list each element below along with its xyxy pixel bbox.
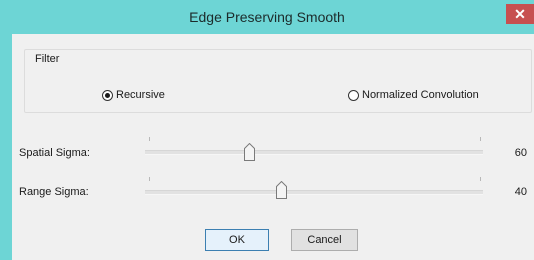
filter-group-label: Filter (35, 53, 60, 65)
spatial-sigma-tick-min (149, 137, 150, 141)
spatial-sigma-slider[interactable] (145, 150, 483, 155)
cancel-button[interactable]: Cancel (291, 229, 358, 251)
title-bar[interactable]: Edge Preserving Smooth ✕ (0, 0, 534, 34)
radio-normalized-convolution-indicator[interactable] (348, 89, 359, 101)
ok-button[interactable]: OK (205, 229, 269, 251)
dialog-window: Edge Preserving Smooth ✕ Filter Recursiv… (0, 0, 534, 260)
radio-recursive[interactable]: Recursive (102, 89, 165, 101)
filter-groupbox (24, 49, 532, 113)
radio-normalized-convolution[interactable]: Normalized Convolution (348, 89, 479, 101)
spatial-sigma-tick-max (480, 137, 481, 141)
range-sigma-tick-max (480, 177, 481, 181)
range-sigma-label: Range Sigma: (19, 186, 89, 198)
range-sigma-value: 40 (514, 186, 527, 198)
spatial-sigma-label: Spatial Sigma: (19, 147, 90, 159)
spatial-sigma-thumb[interactable] (244, 143, 255, 161)
radio-normalized-convolution-label: Normalized Convolution (362, 89, 479, 101)
range-sigma-slider[interactable] (145, 190, 483, 195)
spatial-sigma-value: 60 (514, 147, 527, 159)
close-button[interactable]: ✕ (506, 4, 534, 24)
window-title: Edge Preserving Smooth (189, 9, 345, 25)
close-icon: ✕ (514, 6, 526, 22)
radio-recursive-label: Recursive (116, 89, 165, 101)
radio-recursive-indicator[interactable] (102, 89, 113, 101)
range-sigma-tick-min (149, 177, 150, 181)
range-sigma-thumb[interactable] (276, 181, 287, 199)
